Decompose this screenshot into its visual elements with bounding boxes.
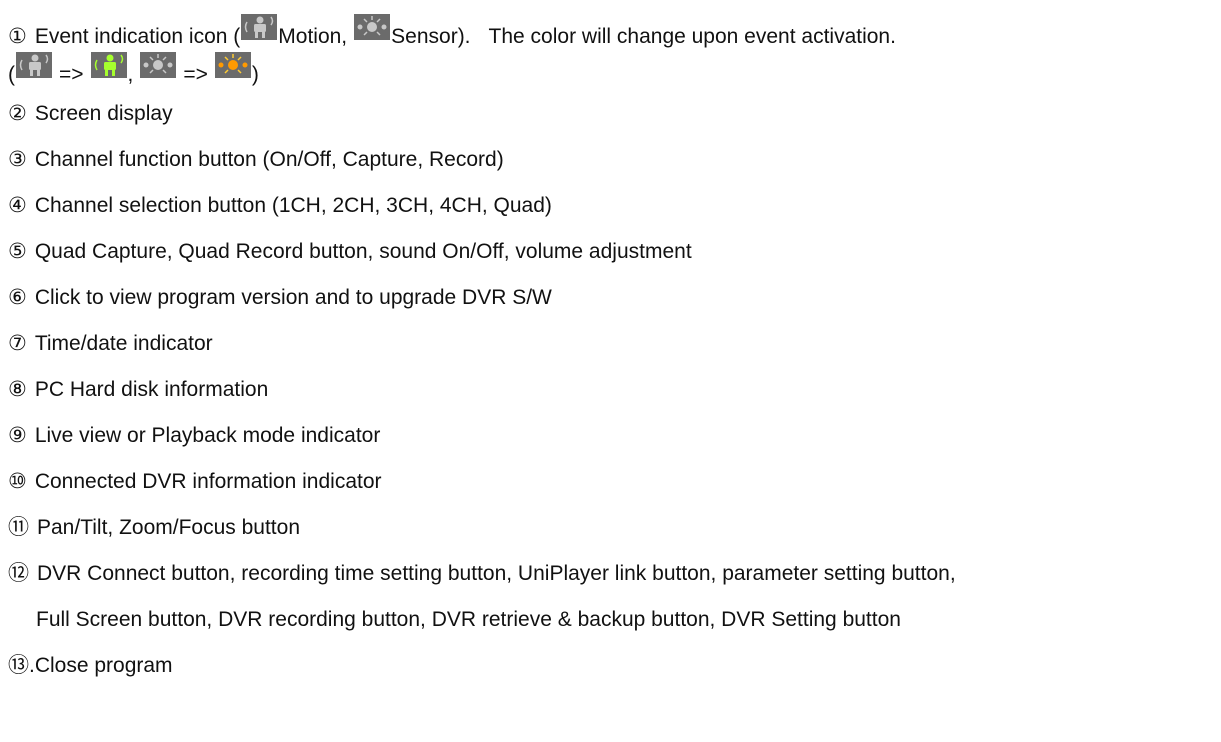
open-paren: (	[8, 63, 15, 86]
document-page: ① Event indication icon ( Motion, Sensor…	[0, 0, 1221, 742]
item-text: Quad Capture, Quad Record button, sound …	[34, 240, 692, 263]
item-number: ⑥	[8, 286, 27, 309]
item-text: Click to view program version and to upg…	[34, 286, 552, 309]
item-number: ⑬	[8, 654, 29, 677]
item-number: ⑫	[8, 562, 29, 585]
list-item: ⑪ Pan/Tilt, Zoom/Focus button	[8, 516, 300, 540]
arrow: =>	[183, 63, 208, 86]
list-item: ④ Channel selection button (1CH, 2CH, 3CH…	[8, 194, 552, 218]
list-item: ⑥ Click to view program version and to up…	[8, 286, 552, 310]
item-number: ⑨	[8, 424, 27, 447]
item-number: ④	[8, 194, 27, 217]
item-number: ⑪	[8, 516, 29, 539]
sensor-icon	[354, 14, 391, 40]
icon-transition-line: ( => , =>)	[8, 52, 259, 87]
sensor-icon	[140, 52, 177, 78]
list-item: ⑬.Close program	[8, 654, 173, 678]
item-number: ⑩	[8, 470, 27, 493]
list-item: ⑨ Live view or Playback mode indicator	[8, 424, 380, 448]
sensor-label: Sensor).	[391, 25, 471, 48]
item-text: Connected DVR information indicator	[34, 470, 382, 493]
list-item: ⑫ DVR Connect button, recording time sett…	[8, 562, 956, 586]
item-number: ⑦	[8, 332, 27, 355]
item-event-indication: ① Event indication icon ( Motion, Sensor…	[8, 14, 896, 49]
list-item: ③ Channel function button (On/Off, Captur…	[8, 148, 504, 172]
list-item: ⑦ Time/date indicator	[8, 332, 213, 356]
close-paren: )	[251, 63, 259, 86]
list-item: ② Screen display	[8, 102, 173, 126]
arrow: =>	[59, 63, 84, 86]
item-text: Live view or Playback mode indicator	[34, 424, 381, 447]
item-number: ①	[8, 25, 27, 48]
item-text-post: The color will change upon event activat…	[488, 25, 896, 48]
motion-icon	[16, 52, 52, 78]
list-item: ⑩ Connected DVR information indicator	[8, 470, 382, 494]
item-number: ②	[8, 102, 27, 125]
item-text: DVR Connect button, recording time setti…	[37, 562, 956, 585]
motion-active-icon	[90, 52, 127, 78]
item-text: Channel function button (On/Off, Capture…	[34, 148, 504, 171]
list-item: ⑤ Quad Capture, Quad Record button, sound…	[8, 240, 692, 264]
item-text: PC Hard disk information	[34, 378, 269, 401]
motion-label: Motion,	[278, 25, 348, 48]
comma: ,	[127, 63, 134, 86]
item-text: Pan/Tilt, Zoom/Focus button	[37, 516, 301, 539]
list-item-continuation: Full Screen button, DVR recording button…	[36, 608, 901, 632]
list-item: ⑧ PC Hard disk information	[8, 378, 268, 402]
item-text: Full Screen button, DVR recording button…	[36, 608, 901, 631]
item-number: ⑧	[8, 378, 27, 401]
motion-icon	[241, 14, 278, 40]
item-text: Channel selection button (1CH, 2CH, 3CH,…	[34, 194, 552, 217]
item-text: Screen display	[34, 102, 173, 125]
item-number: ③	[8, 148, 27, 171]
item-text-pre: Event indication icon (	[34, 25, 241, 48]
item-number: ⑤	[8, 240, 27, 263]
item-text: .Close program	[29, 654, 173, 677]
item-text: Time/date indicator	[34, 332, 213, 355]
sensor-active-icon	[214, 52, 251, 78]
